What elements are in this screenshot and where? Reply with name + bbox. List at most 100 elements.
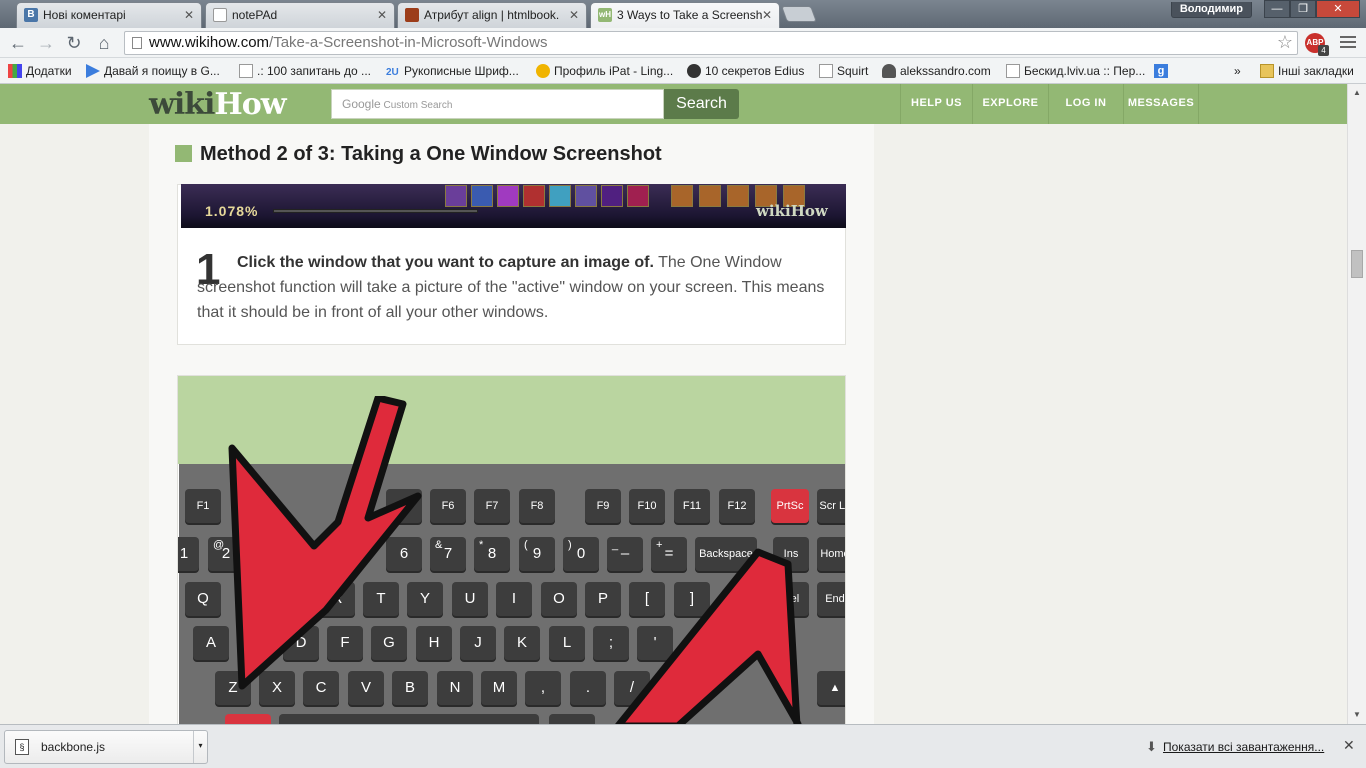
key-i: I: [496, 582, 532, 616]
key-l: L: [549, 626, 585, 660]
key-k: K: [504, 626, 540, 660]
key-f1: F1: [185, 489, 221, 523]
key-n: N: [437, 671, 473, 705]
key-f7: F7: [474, 489, 510, 523]
logo-how-text: How: [214, 87, 286, 122]
download-item[interactable]: § backbone.js ▾: [4, 730, 208, 764]
search-placeholder: Custom Search: [383, 100, 453, 111]
minimize-icon[interactable]: —: [1264, 0, 1290, 18]
bookmark-label: Рукописные Шриф...: [404, 64, 519, 78]
key-f9: F9: [585, 489, 621, 523]
key-f6: F6: [430, 489, 466, 523]
tab-close-icon[interactable]: ✕: [762, 3, 772, 27]
other-bookmarks-folder[interactable]: Інші закладки: [1258, 62, 1354, 80]
bookmark-fonts[interactable]: 2U Рукописные Шриф...: [384, 62, 519, 80]
reload-icon[interactable]: ↻: [62, 31, 86, 55]
forward-icon[interactable]: →: [34, 31, 58, 55]
bookmark-100-questions[interactable]: .: 100 запитань до ...: [237, 62, 371, 80]
adblock-count-badge: 4: [1318, 45, 1329, 56]
scroll-up-icon[interactable]: ▲: [1352, 88, 1362, 97]
search-button[interactable]: Search: [664, 89, 739, 119]
google-brand: Google: [342, 97, 381, 111]
tab-title: 3 Ways to Take a Screensh: [617, 8, 763, 22]
bookmark-beskyd[interactable]: Бескид.lviv.ua :: Пер...: [1004, 62, 1145, 80]
bookmark-google-search[interactable]: Давай я поищу в G...: [84, 62, 220, 80]
wikihow-logo[interactable]: wikiHow: [149, 87, 287, 122]
bookmark-label: .: 100 запитань до ...: [257, 64, 371, 78]
page-icon: [132, 37, 142, 49]
game-chest-icon: [699, 185, 721, 207]
game-skill-icon: [549, 185, 571, 207]
download-arrow-icon: ⬇: [1146, 739, 1157, 754]
film-icon: [687, 64, 701, 78]
key-7: & 7: [430, 537, 466, 571]
show-all-downloads-link[interactable]: Показати всі завантаження...: [1163, 740, 1324, 754]
profile-button[interactable]: Володимир: [1170, 2, 1252, 18]
key-f8: F8: [519, 489, 555, 523]
page-scrollbar[interactable]: ▲ ▼: [1347, 84, 1366, 724]
bookmark-alekssandro[interactable]: alekssandro.com: [880, 62, 991, 80]
restore-icon[interactable]: ❐: [1290, 0, 1316, 18]
key-f12: F12: [719, 489, 755, 523]
htmlbook-icon: [405, 8, 419, 22]
tab-vk-comments[interactable]: B Нові коментарі ✕: [16, 2, 202, 28]
page-icon: [819, 64, 833, 78]
chevron-down-icon[interactable]: ▾: [193, 731, 207, 763]
bookmark-label: Бескид.lviv.ua :: Пер...: [1024, 64, 1146, 78]
key-f10: F10: [629, 489, 665, 523]
nav-help-us[interactable]: HELP US: [900, 84, 972, 124]
menu-icon[interactable]: [1340, 36, 1356, 50]
bookmark-star-icon[interactable]: ☆: [1277, 31, 1293, 53]
key-home: Home: [817, 537, 845, 571]
new-tab-button[interactable]: [781, 6, 817, 22]
tab-title: Атрибут align | htmlbook.: [424, 8, 560, 22]
bookmark-apps[interactable]: Додатки: [6, 62, 72, 80]
page-icon: [239, 64, 253, 78]
bookmark-ipat[interactable]: Профиль iPat - Ling...: [534, 62, 673, 80]
profile-icon: [536, 64, 550, 78]
key-j: J: [460, 626, 496, 660]
key-arrow-up: ▲: [817, 671, 845, 705]
page-icon: [1006, 64, 1020, 78]
key-u: U: [452, 582, 488, 616]
key-q: Q: [185, 582, 221, 616]
key-0: ) 0: [563, 537, 599, 571]
bookmark-label: alekssandro.com: [900, 64, 991, 78]
bookmarks-overflow-button[interactable]: »: [1230, 62, 1241, 80]
apps-icon: [8, 64, 22, 78]
scroll-thumb[interactable]: [1351, 250, 1363, 278]
tab-wikihow[interactable]: wH 3 Ways to Take a Screensh ✕: [590, 2, 780, 28]
game-progress-text: 1.078%: [205, 203, 259, 219]
tab-close-icon[interactable]: ✕: [377, 3, 387, 27]
bookmark-label: Давай я поищу в G...: [104, 64, 220, 78]
key-scroll-lock: Scr Lk: [817, 489, 845, 523]
script-file-icon: §: [15, 739, 29, 755]
tab-strip: B Нові коментарі ✕ notePAd ✕ Атрибут ali…: [0, 0, 1366, 28]
page-icon: [213, 8, 227, 22]
heading-bullet: [175, 145, 192, 162]
nav-explore[interactable]: EXPLORE: [972, 84, 1048, 124]
close-icon[interactable]: ✕: [1343, 737, 1355, 754]
play-icon: [86, 64, 100, 78]
bookmark-google[interactable]: g: [1152, 62, 1168, 80]
bookmark-label: 10 секретов Edius: [705, 64, 805, 78]
tab-htmlbook[interactable]: Атрибут align | htmlbook. ✕: [397, 2, 587, 28]
bookmark-edius[interactable]: 10 секретов Edius: [685, 62, 804, 80]
sidebar-column: [874, 124, 1356, 724]
window-close-icon[interactable]: ✕: [1316, 0, 1360, 18]
nav-messages[interactable]: MESSAGES: [1123, 84, 1199, 124]
tab-notepad[interactable]: notePAd ✕: [205, 2, 395, 28]
key-prtsc: PrtSc: [771, 489, 809, 523]
search-input[interactable]: Google Custom Search: [331, 89, 664, 119]
home-icon[interactable]: ⌂: [92, 31, 116, 55]
back-icon[interactable]: ←: [6, 31, 30, 55]
nav-log-in[interactable]: LOG IN: [1048, 84, 1123, 124]
tab-close-icon[interactable]: ✕: [569, 3, 579, 27]
tab-close-icon[interactable]: ✕: [184, 3, 194, 27]
scroll-down-icon[interactable]: ▼: [1352, 710, 1362, 719]
bookmark-label: Інші закладки: [1278, 64, 1354, 78]
bookmark-squirt[interactable]: Squirt: [817, 62, 868, 80]
address-bar[interactable]: www.wikihow.com/Take-a-Screenshot-in-Mic…: [124, 31, 1298, 55]
game-skill-icon: [575, 185, 597, 207]
wikihow-icon: wH: [598, 8, 612, 22]
